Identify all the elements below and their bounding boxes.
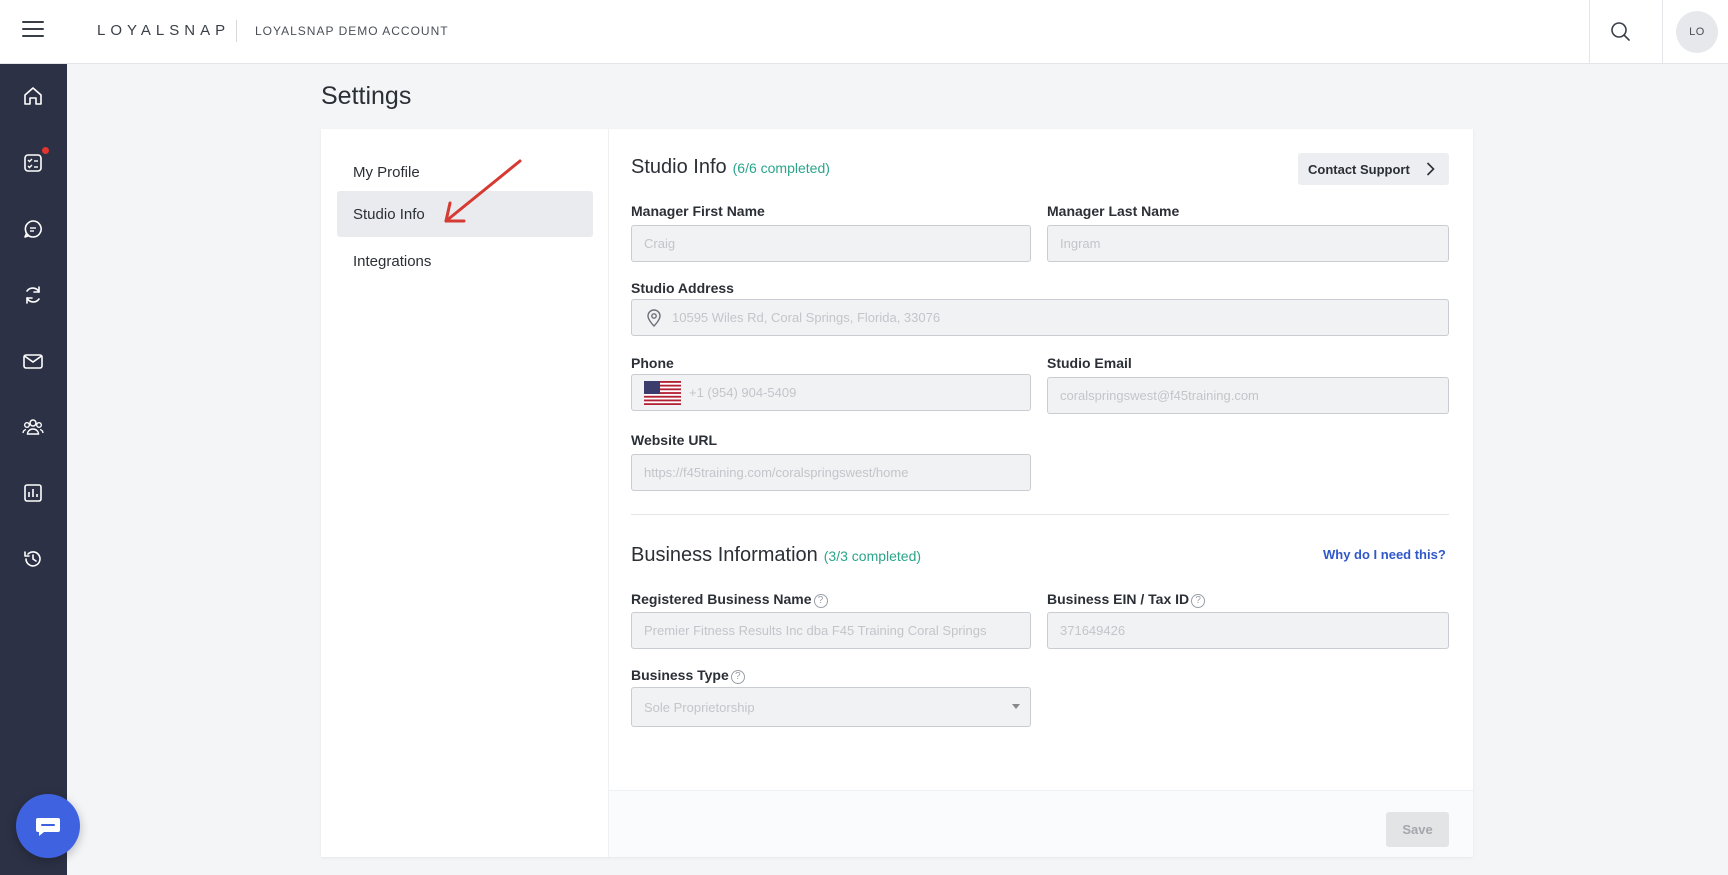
topbar-divider [1662, 0, 1663, 64]
business-ein-input[interactable]: 371649426 [1047, 612, 1449, 649]
business-ein-label: Business EIN / Tax ID? [1047, 591, 1206, 608]
form-footer: Save [609, 790, 1473, 857]
people-icon[interactable] [20, 414, 46, 440]
nav-item-integrations[interactable]: Integrations [337, 238, 593, 284]
nav-item-studio-info[interactable]: Studio Info [337, 191, 593, 237]
phone-label: Phone [631, 355, 674, 371]
business-info-completion: (3/3 completed) [823, 548, 922, 564]
mail-icon[interactable] [20, 348, 46, 374]
checklist-icon[interactable] [20, 147, 49, 176]
studio-info-title: Studio Info [631, 156, 727, 178]
chat-widget-button[interactable] [16, 794, 80, 858]
why-do-i-need-this-link[interactable]: Why do I need this? [1323, 547, 1446, 562]
section-divider [631, 514, 1449, 515]
business-ein-text: Business EIN / Tax ID [1047, 591, 1190, 607]
business-type-select[interactable]: Sole Proprietorship [631, 687, 1031, 727]
search-icon[interactable] [1605, 16, 1637, 48]
help-icon[interactable]: ? [813, 594, 828, 608]
phone-value: +1 (954) 904-5409 [689, 385, 797, 400]
registered-business-name-label: Registered Business Name? [631, 591, 828, 608]
studio-email-input[interactable]: coralspringswest@f45training.com [1047, 377, 1449, 414]
brand-logo[interactable]: LOYALSNAP [97, 22, 230, 39]
studio-info-completion: (6/6 completed) [732, 160, 830, 176]
studio-info-heading: Studio Info (6/6 completed) [631, 156, 830, 179]
home-icon[interactable] [20, 83, 46, 109]
help-icon[interactable]: ? [1191, 594, 1206, 608]
website-url-input[interactable]: https://f45training.com/coralspringswest… [631, 454, 1031, 491]
business-info-title: Business Information [631, 544, 818, 566]
studio-email-label: Studio Email [1047, 355, 1132, 371]
top-bar: LOYALSNAP LOYALSNAP DEMO ACCOUNT LO [0, 0, 1728, 64]
save-button[interactable]: Save [1386, 812, 1449, 847]
sidebar [0, 64, 67, 875]
registered-business-name-input[interactable]: Premier Fitness Results Inc dba F45 Trai… [631, 612, 1031, 649]
business-type-text: Business Type [631, 667, 729, 683]
business-info-heading: Business Information (3/3 completed) [631, 544, 921, 567]
location-pin-icon [647, 308, 661, 327]
studio-address-input[interactable]: 10595 Wiles Rd, Coral Springs, Florida, … [631, 299, 1449, 336]
manager-first-name-input[interactable]: Craig [631, 225, 1031, 262]
website-url-label: Website URL [631, 432, 718, 448]
studio-address-label: Studio Address [631, 280, 734, 296]
manager-last-name-input[interactable]: Ingram [1047, 225, 1449, 262]
studio-info-content: Studio Info (6/6 completed) Contact Suppo… [609, 129, 1473, 857]
contact-support-label: Contact Support [1308, 161, 1410, 177]
nav-item-my-profile[interactable]: My Profile [337, 149, 593, 195]
manager-first-name-label: Manager First Name [631, 203, 765, 219]
help-icon[interactable]: ? [730, 670, 745, 684]
chat-icon[interactable] [20, 216, 46, 242]
settings-card: My Profile Studio Info Integrations Stud… [321, 129, 1473, 857]
us-flag-icon[interactable] [644, 380, 681, 405]
business-type-label: Business Type? [631, 667, 745, 684]
chat-bubble-icon [36, 818, 60, 836]
refresh-icon[interactable] [20, 282, 46, 308]
settings-nav: My Profile Studio Info Integrations [321, 129, 609, 857]
phone-input[interactable]: +1 (954) 904-5409 [631, 374, 1031, 411]
avatar[interactable]: LO [1676, 11, 1718, 53]
chevron-right-icon [1426, 162, 1435, 176]
business-type-value: Sole Proprietorship [644, 699, 755, 715]
notification-dot [42, 147, 49, 154]
registered-business-name-text: Registered Business Name [631, 591, 812, 607]
manager-last-name-label: Manager Last Name [1047, 203, 1180, 219]
account-name: LOYALSNAP DEMO ACCOUNT [255, 24, 449, 38]
brand-separator [236, 20, 237, 42]
topbar-divider [1589, 0, 1590, 64]
page-title: Settings [321, 82, 412, 110]
caret-down-icon [1012, 704, 1020, 709]
menu-icon[interactable] [22, 21, 44, 41]
report-icon[interactable] [20, 480, 46, 506]
studio-address-value: 10595 Wiles Rd, Coral Springs, Florida, … [672, 310, 941, 325]
history-icon[interactable] [20, 546, 46, 572]
contact-support-button[interactable]: Contact Support [1298, 153, 1449, 185]
